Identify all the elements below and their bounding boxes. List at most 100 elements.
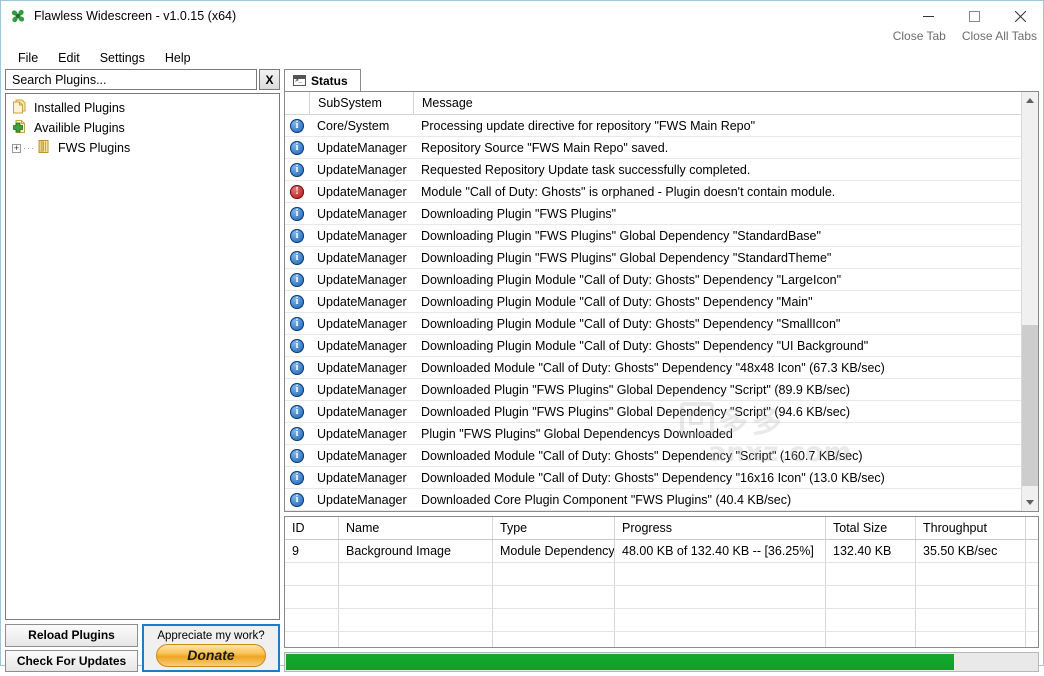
log-row-subsystem: UpdateManager bbox=[317, 228, 407, 243]
downloads-cell-name: Background Image bbox=[339, 540, 493, 562]
log-col-message: Message bbox=[422, 96, 473, 110]
downloads-col-name: Name bbox=[339, 517, 493, 539]
tree-item-fws-plugins[interactable]: + ···· FWS Plugins bbox=[6, 138, 279, 158]
tree-item-label: Availible Plugins bbox=[34, 121, 125, 135]
log-row-icon-cell: i bbox=[285, 316, 309, 331]
log-row[interactable]: i UpdateManager Repository Source "FWS Mai… bbox=[285, 137, 1021, 159]
console-icon bbox=[293, 75, 306, 86]
downloads-grid[interactable]: ID Name Type Progress Total Size Through… bbox=[284, 516, 1039, 648]
menu-item-file[interactable]: File bbox=[9, 49, 47, 67]
log-row[interactable]: i UpdateManager Requested Repository Updat… bbox=[285, 159, 1021, 181]
log-row-icon-cell: i bbox=[285, 118, 309, 133]
downloads-empty-cell bbox=[615, 609, 826, 631]
downloads-empty-row bbox=[285, 609, 1038, 632]
log-row[interactable]: i UpdateManager Downloaded Core Plugin Com… bbox=[285, 489, 1021, 511]
downloads-col-progress: Progress bbox=[615, 517, 826, 539]
search-input[interactable] bbox=[10, 71, 252, 88]
log-row[interactable]: ! UpdateManager Module "Call of Duty: Ghos… bbox=[285, 181, 1021, 203]
log-row-message: Plugin "FWS Plugins" Global Dependencys … bbox=[421, 426, 733, 441]
donate-prompt: Appreciate my work? bbox=[157, 629, 265, 642]
log-row-subsystem: UpdateManager bbox=[317, 448, 407, 463]
log-row[interactable]: i UpdateManager Downloaded Module "Call of… bbox=[285, 445, 1021, 467]
minimize-button[interactable] bbox=[905, 1, 951, 31]
sidebar-footer: Reload Plugins Check For Updates Appreci… bbox=[5, 624, 280, 672]
downloads-empty-cell bbox=[916, 632, 1026, 647]
log-row[interactable]: i UpdateManager Plugin "FWS Plugins" Globa… bbox=[285, 423, 1021, 445]
log-row-icon-cell: i bbox=[285, 250, 309, 265]
log-row-subsystem: UpdateManager bbox=[317, 470, 407, 485]
close-button[interactable] bbox=[997, 1, 1043, 31]
plugins-tree[interactable]: Installed Plugins Availible Plugins + ··… bbox=[5, 93, 280, 620]
downloads-cell-progress: 48.00 KB of 132.40 KB -- [36.25%] bbox=[615, 540, 826, 562]
log-row-icon-cell: i bbox=[285, 470, 309, 485]
scroll-down-arrow[interactable] bbox=[1022, 494, 1038, 511]
scroll-track[interactable] bbox=[1022, 109, 1038, 494]
downloads-empty-cell bbox=[1026, 563, 1038, 585]
log-row-subsystem: UpdateManager bbox=[317, 492, 407, 507]
downloads-empty-cell bbox=[826, 609, 916, 631]
search-row: X bbox=[5, 69, 280, 90]
log-row-message: Downloading Plugin Module "Call of Duty:… bbox=[421, 338, 869, 353]
log-row-subsystem: UpdateManager bbox=[317, 250, 407, 265]
downloads-col-throughput: Throughput bbox=[916, 517, 1026, 539]
log-scrollbar[interactable] bbox=[1021, 92, 1038, 511]
log-row[interactable]: i UpdateManager Downloaded Plugin "FWS Plu… bbox=[285, 401, 1021, 423]
info-icon: i bbox=[290, 404, 304, 419]
log-row[interactable]: i UpdateManager Downloaded Module "Call of… bbox=[285, 357, 1021, 379]
downloads-empty-cell bbox=[493, 632, 615, 647]
search-box[interactable] bbox=[5, 69, 257, 90]
log-row-message: Downloading Plugin Module "Call of Duty:… bbox=[421, 294, 813, 309]
downloads-col-id: ID bbox=[285, 517, 339, 539]
log-row[interactable]: i UpdateManager Downloading Plugin Module … bbox=[285, 269, 1021, 291]
check-for-updates-button[interactable]: Check For Updates bbox=[5, 649, 138, 672]
scroll-up-arrow[interactable] bbox=[1022, 92, 1038, 109]
log-row[interactable]: i UpdateManager Downloaded Plugin "FWS Plu… bbox=[285, 379, 1021, 401]
expand-icon[interactable]: + bbox=[12, 143, 21, 153]
log-row-message: Downloaded Plugin "FWS Plugins" Global D… bbox=[421, 382, 851, 397]
menu-item-edit[interactable]: Edit bbox=[49, 49, 89, 67]
log-row[interactable]: i Core/System Processing update directive … bbox=[285, 115, 1021, 137]
main-body: X Installed Plugins bbox=[1, 69, 1043, 676]
log-row-icon-cell: i bbox=[285, 404, 309, 419]
log-row[interactable]: i UpdateManager Downloading Plugin "FWS Pl… bbox=[285, 203, 1021, 225]
menu-item-settings[interactable]: Settings bbox=[91, 49, 154, 67]
clear-search-button[interactable]: X bbox=[259, 69, 280, 90]
log-rows[interactable]: i Core/System Processing update directive … bbox=[285, 115, 1021, 511]
info-icon: i bbox=[290, 118, 304, 133]
log-row[interactable]: i UpdateManager Downloading Plugin Module … bbox=[285, 313, 1021, 335]
downloads-empty-cell bbox=[339, 563, 493, 585]
downloads-rows[interactable]: 9 Background Image Module Dependency 48.00 … bbox=[285, 540, 1038, 647]
log-row[interactable]: i UpdateManager Downloading Plugin "FWS Pl… bbox=[285, 225, 1021, 247]
close-all-tabs-button[interactable]: Close All Tabs bbox=[962, 29, 1037, 43]
menu-bar: File Edit Settings Help bbox=[1, 47, 1043, 69]
reload-plugins-button[interactable]: Reload Plugins bbox=[5, 624, 138, 647]
log-row[interactable]: i UpdateManager Downloading Plugin Module … bbox=[285, 335, 1021, 357]
downloads-empty-cell bbox=[1026, 609, 1038, 631]
close-tab-button[interactable]: Close Tab bbox=[893, 29, 946, 43]
downloads-empty-cell bbox=[285, 563, 339, 585]
sidebar-action-buttons: Reload Plugins Check For Updates bbox=[5, 624, 138, 672]
donate-button[interactable]: Donate bbox=[156, 643, 266, 667]
log-row[interactable]: i UpdateManager Downloaded Module "Call of… bbox=[285, 467, 1021, 489]
log-row-icon-cell: i bbox=[285, 492, 309, 507]
downloads-cell-throughput: 35.50 KB/sec bbox=[916, 540, 1026, 562]
maximize-button[interactable] bbox=[951, 1, 997, 31]
log-inner: SubSystem Message i Core/System Processing… bbox=[285, 92, 1021, 511]
info-icon: i bbox=[290, 316, 304, 331]
tab-status[interactable]: Status bbox=[284, 69, 361, 91]
tree-item-available-plugins[interactable]: Availible Plugins bbox=[6, 118, 279, 138]
scroll-thumb[interactable] bbox=[1022, 324, 1038, 487]
tree-item-installed-plugins[interactable]: Installed Plugins bbox=[6, 98, 279, 118]
downloads-row[interactable]: 9 Background Image Module Dependency 48.00 … bbox=[285, 540, 1038, 563]
log-row-subsystem: UpdateManager bbox=[317, 162, 407, 177]
downloads-empty-cell bbox=[493, 563, 615, 585]
downloads-cell-spacer bbox=[1026, 540, 1038, 562]
log-row-icon-cell: i bbox=[285, 140, 309, 155]
log-row-subsystem: UpdateManager bbox=[317, 382, 407, 397]
error-icon: ! bbox=[290, 184, 304, 199]
menu-item-help[interactable]: Help bbox=[156, 49, 200, 67]
log-row-icon-cell: i bbox=[285, 338, 309, 353]
log-row[interactable]: i UpdateManager Downloading Plugin "FWS Pl… bbox=[285, 247, 1021, 269]
info-icon: i bbox=[290, 294, 304, 309]
log-row[interactable]: i UpdateManager Downloading Plugin Module … bbox=[285, 291, 1021, 313]
